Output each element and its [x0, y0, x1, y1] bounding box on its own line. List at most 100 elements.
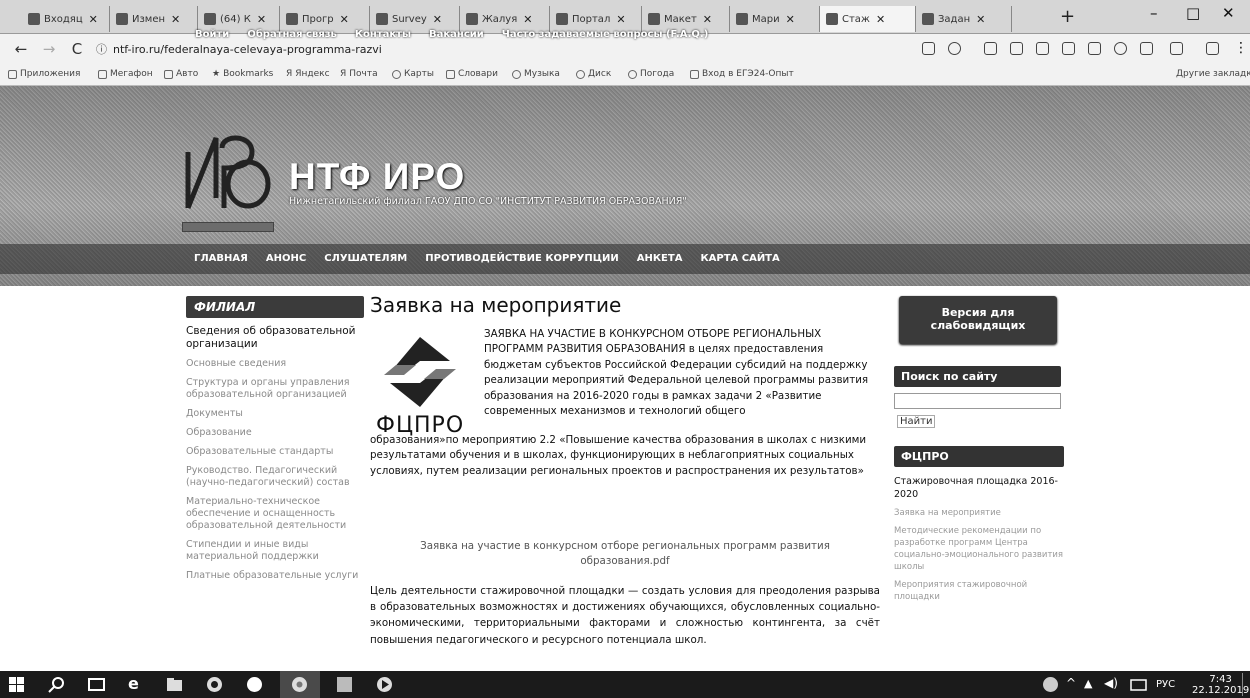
chevron-up-icon[interactable]: ^: [1066, 676, 1076, 690]
bookmark-item[interactable]: Погода: [628, 69, 674, 79]
browser-tab-active[interactable]: Стаж ✕: [820, 6, 916, 32]
fcpro-subtitle[interactable]: Стажировочная площадка 2016-2020: [894, 475, 1064, 501]
media-player-icon[interactable]: [376, 676, 393, 693]
close-icon[interactable]: ✕: [257, 13, 266, 26]
site-name[interactable]: НТФ ИРО: [289, 156, 465, 198]
app-icon[interactable]: [206, 676, 223, 693]
close-icon[interactable]: ✕: [786, 13, 795, 26]
tray-app-icon[interactable]: [1042, 676, 1059, 693]
fcpro-link[interactable]: Методические рекомендации по разработке …: [894, 525, 1064, 573]
top-nav-vacancies[interactable]: Вакансии: [429, 29, 484, 40]
browser-tab[interactable]: Измен ✕: [110, 6, 198, 32]
bookmark-item[interactable]: Я Почта: [340, 69, 378, 79]
sidebar-link[interactable]: Структура и органы управления образовате…: [186, 377, 364, 401]
sidebar-link[interactable]: Образование: [186, 427, 364, 439]
close-icon[interactable]: ✕: [171, 13, 180, 26]
sidebar-link[interactable]: Документы: [186, 408, 364, 420]
close-icon[interactable]: ✕: [340, 13, 349, 26]
close-icon[interactable]: ✕: [616, 13, 625, 26]
bookmark-item[interactable]: Вход в ЕГЭ24-Опыт: [690, 69, 794, 79]
nav-students[interactable]: СЛУШАТЕЛЯМ: [324, 253, 407, 264]
sidebar-link[interactable]: Образовательные стандарты: [186, 446, 364, 458]
top-nav-feedback[interactable]: Обратная связь: [247, 29, 337, 40]
taskbar-active-app[interactable]: [280, 671, 320, 698]
task-view-icon[interactable]: [88, 676, 105, 693]
search-icon[interactable]: [48, 676, 65, 693]
other-bookmarks[interactable]: Другие закладки: [1176, 69, 1250, 79]
profile-icon[interactable]: [1206, 42, 1219, 55]
show-desktop-button[interactable]: [1242, 673, 1248, 696]
sidebar-link[interactable]: Руководство. Педагогический (научно-педа…: [186, 465, 364, 489]
info-icon[interactable]: ⓘ: [96, 41, 107, 57]
top-nav-contacts[interactable]: Контакты: [355, 29, 411, 40]
close-window-button[interactable]: ✕: [1222, 4, 1235, 22]
translate-icon[interactable]: [922, 42, 935, 55]
fcpro-link[interactable]: Заявка на мероприятие: [894, 507, 1064, 519]
close-icon[interactable]: ✕: [89, 13, 98, 26]
clock[interactable]: 7:43 22.12.2019: [1192, 674, 1249, 696]
bookmark-item[interactable]: Словари: [446, 69, 498, 79]
sidebar-item-current[interactable]: Сведения об образовательной организации: [186, 325, 364, 351]
bookmark-item[interactable]: Диск: [576, 69, 611, 79]
keyboard-icon[interactable]: [1130, 676, 1147, 693]
close-icon[interactable]: ✕: [703, 13, 712, 26]
sidebar-link[interactable]: Стипендии и иные виды материальной подде…: [186, 539, 364, 563]
accessibility-version-button[interactable]: Версия для слабовидящих: [899, 296, 1057, 344]
sidebar-link[interactable]: Материально-техническое обеспечение и ос…: [186, 496, 364, 532]
pdf-link[interactable]: Заявка на участие в конкурсном отборе ре…: [370, 539, 880, 569]
nav-home[interactable]: ГЛАВНАЯ: [194, 253, 248, 264]
skype-icon[interactable]: [246, 676, 263, 693]
maximize-button[interactable]: □: [1186, 4, 1200, 22]
extension-icon[interactable]: [1088, 42, 1101, 55]
site-icon: [286, 13, 298, 25]
bookmark-item[interactable]: Авто: [164, 69, 198, 79]
back-button[interactable]: ←: [14, 40, 28, 58]
fcpro-link[interactable]: Мероприятия стажировочной площадки: [894, 579, 1064, 603]
extension-icon[interactable]: [1010, 42, 1023, 55]
forward-button[interactable]: →: [42, 40, 56, 58]
close-icon[interactable]: ✕: [976, 13, 985, 26]
extension-icon[interactable]: [1170, 42, 1183, 55]
close-icon[interactable]: ✕: [433, 13, 442, 26]
url-field[interactable]: ⓘ ntf-iro.ru/federalnaya-celevaya-progra…: [96, 39, 866, 59]
reload-button[interactable]: C: [70, 40, 84, 58]
browser-tab[interactable]: Мари ✕: [730, 6, 820, 32]
bookmark-item[interactable]: ★ Bookmarks: [212, 69, 273, 79]
nav-survey[interactable]: АНКЕТА: [637, 253, 683, 264]
nav-anticorruption[interactable]: ПРОТИВОДЕЙСТВИЕ КОРРУПЦИИ: [425, 253, 619, 264]
extension-icon[interactable]: [1036, 42, 1049, 55]
bookmark-item[interactable]: Приложения: [8, 69, 80, 79]
close-icon[interactable]: ✕: [876, 13, 885, 26]
extension-icon[interactable]: [984, 42, 997, 55]
close-icon[interactable]: ✕: [523, 13, 532, 26]
minimize-button[interactable]: –: [1150, 4, 1158, 22]
bookmark-item[interactable]: Мегафон: [98, 69, 153, 79]
extension-icon[interactable]: [1062, 42, 1075, 55]
search-button[interactable]: Найти: [897, 415, 936, 428]
browser-tab[interactable]: Задан ✕: [916, 6, 1012, 32]
network-icon[interactable]: ▲: [1084, 677, 1092, 690]
bookmark-item[interactable]: Музыка: [512, 69, 560, 79]
search-input[interactable]: [894, 393, 1061, 409]
volume-icon[interactable]: ◀): [1104, 676, 1118, 690]
file-explorer-icon[interactable]: [166, 676, 183, 693]
input-language[interactable]: РУС: [1156, 679, 1175, 690]
browser-tab[interactable]: Входяц ✕: [22, 6, 110, 32]
word-icon[interactable]: [336, 676, 353, 693]
star-icon[interactable]: [948, 42, 961, 55]
extension-icon[interactable]: [1114, 42, 1127, 55]
sidebar-link[interactable]: Платные образовательные услуги: [186, 570, 364, 582]
nav-announce[interactable]: АНОНС: [266, 253, 306, 264]
edge-icon[interactable]: e: [128, 674, 145, 693]
bookmark-item[interactable]: Я Яндекс: [286, 69, 330, 79]
menu-icon[interactable]: ⋮: [1234, 40, 1248, 56]
sidebar-link[interactable]: Основные сведения: [186, 358, 364, 370]
top-nav-faq[interactable]: Часто задаваемые вопросы (F.A.Q.): [502, 29, 709, 40]
nav-sitemap[interactable]: КАРТА САЙТА: [700, 253, 779, 264]
bookmark-item[interactable]: Карты: [392, 69, 434, 79]
new-tab-button[interactable]: +: [1060, 6, 1075, 27]
top-nav-login[interactable]: Войти: [195, 29, 229, 40]
extension-icon[interactable]: [1140, 42, 1153, 55]
windows-start-icon[interactable]: [8, 676, 25, 693]
iro-logo-icon[interactable]: [182, 128, 272, 213]
